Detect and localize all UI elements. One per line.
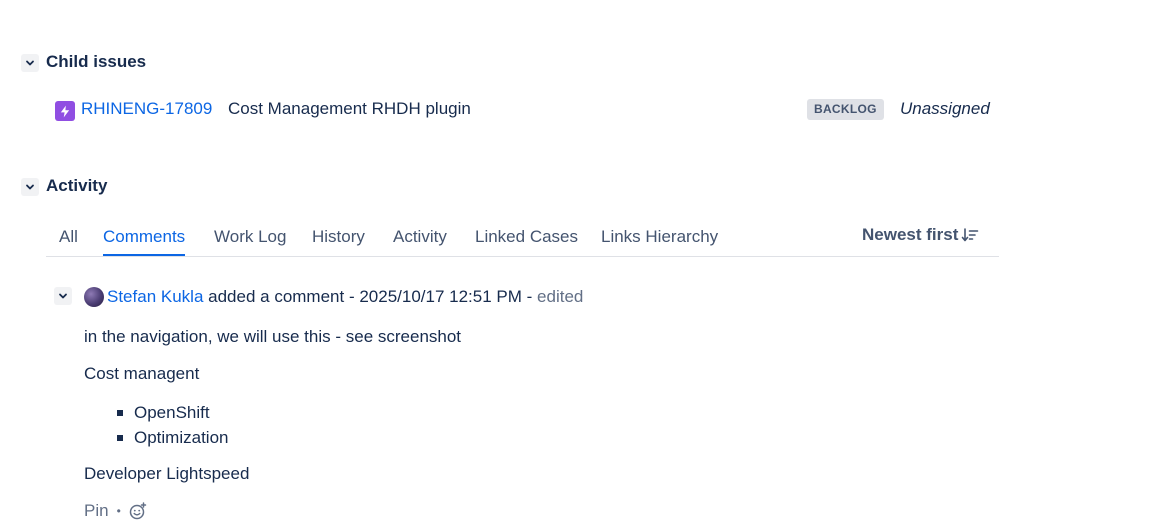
child-issue-summary[interactable]: Cost Management RHDH plugin (228, 99, 471, 119)
edited-indicator[interactable]: edited (537, 287, 583, 306)
sort-order-label: Newest first (862, 225, 959, 244)
tab-activity[interactable]: Activity (393, 224, 447, 250)
separator-dot: • (116, 504, 121, 518)
tab-all[interactable]: All (59, 224, 78, 250)
comment-collapse-toggle[interactable] (54, 287, 72, 305)
comment-action: added a comment (208, 287, 345, 306)
comment-header: Stefan Kukla added a comment - 2025/10/1… (107, 286, 583, 308)
separator: - (344, 287, 360, 306)
separator: - (521, 287, 538, 306)
pin-button[interactable]: Pin (84, 500, 109, 522)
add-reaction-icon[interactable] (129, 502, 147, 520)
tab-linked-cases[interactable]: Linked Cases (475, 224, 578, 250)
tab-comments[interactable]: Comments (103, 224, 186, 256)
tab-work-log[interactable]: Work Log (214, 224, 286, 250)
tab-history[interactable]: History (312, 224, 365, 250)
comment-bullet-list: OpenShift Optimization (84, 400, 228, 450)
list-item: Optimization (84, 425, 228, 450)
comment-timestamp[interactable]: 2025/10/17 12:51 PM (359, 287, 522, 306)
sort-descending-icon (962, 228, 979, 242)
comment-author-link[interactable]: Stefan Kukla (107, 287, 203, 306)
chevron-down-icon (26, 184, 34, 190)
story-icon (55, 101, 75, 121)
list-item: OpenShift (84, 400, 228, 425)
chevron-down-icon (26, 60, 34, 66)
activity-collapse-toggle[interactable] (21, 178, 39, 196)
sort-order-button[interactable]: Newest first (862, 222, 979, 248)
child-issue-assignee: Unassigned (900, 99, 990, 118)
comment-paragraph: Cost managent (84, 364, 200, 383)
comment-paragraph: in the navigation, we will use this - se… (84, 327, 462, 346)
activity-title: Activity (46, 176, 108, 195)
tab-links-hierarchy[interactable]: Links Hierarchy (601, 224, 718, 250)
child-issue-key-link[interactable]: RHINENG-17809 (81, 99, 212, 119)
chevron-down-icon (59, 293, 67, 299)
activity-tabs: All Comments Work Log History Activity L… (46, 224, 999, 257)
child-issues-title: Child issues (46, 52, 147, 71)
child-issues-collapse-toggle[interactable] (21, 54, 39, 72)
comment-paragraph: Developer Lightspeed (84, 464, 250, 483)
comment-footer: Pin • (84, 500, 147, 522)
avatar[interactable] (84, 287, 104, 307)
status-badge[interactable]: BACKLOG (807, 99, 884, 120)
